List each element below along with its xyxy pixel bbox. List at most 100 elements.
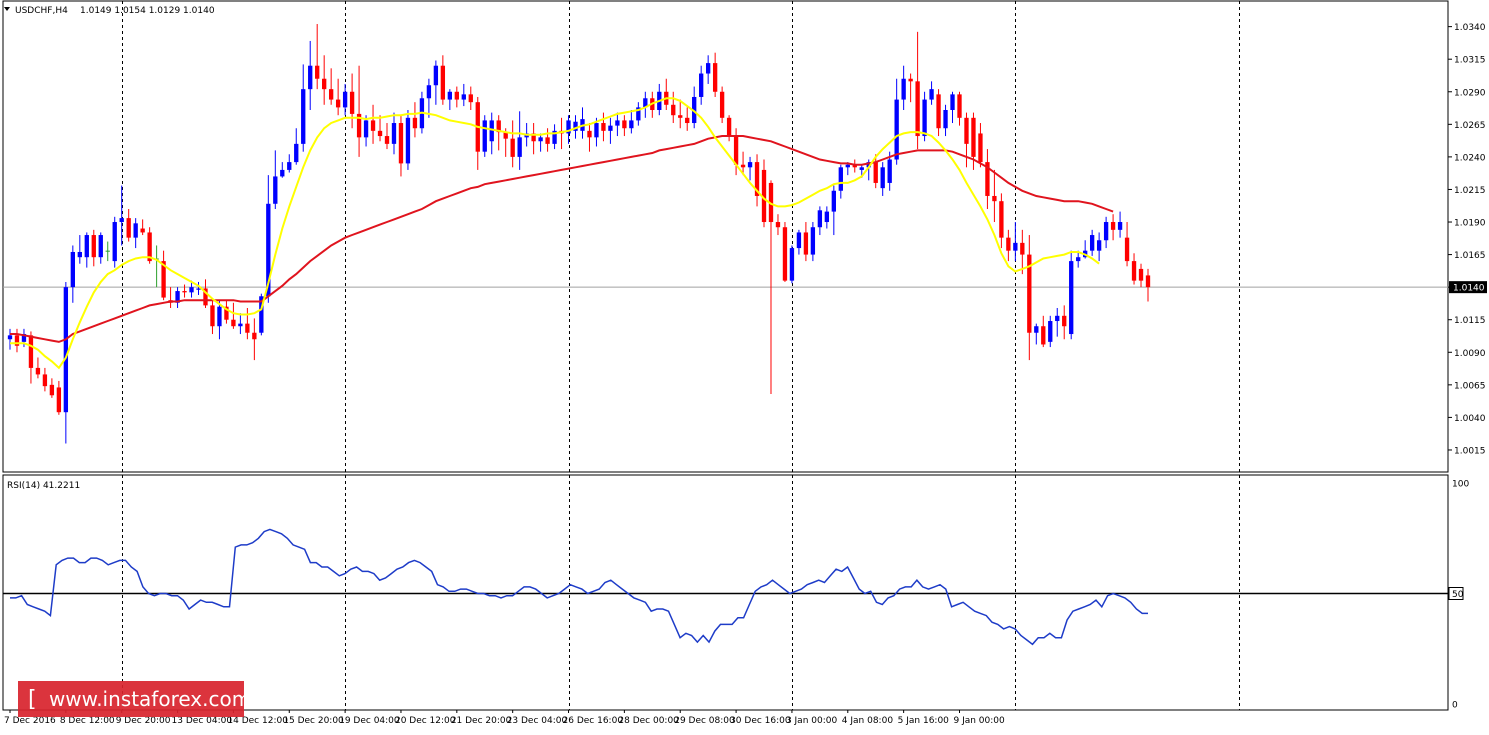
candle[interactable] — [929, 81, 934, 105]
candle[interactable] — [224, 300, 229, 324]
candle[interactable] — [1062, 305, 1067, 340]
candle[interactable] — [426, 78, 432, 118]
candle[interactable] — [664, 78, 669, 110]
candle[interactable] — [1013, 222, 1018, 262]
candle[interactable] — [322, 55, 327, 105]
candle[interactable] — [719, 86, 725, 124]
candle[interactable] — [1096, 232, 1102, 262]
candle[interactable] — [817, 206, 823, 236]
candle[interactable] — [538, 133, 543, 152]
candle[interactable] — [440, 55, 446, 105]
candle[interactable] — [608, 117, 613, 144]
candle[interactable] — [133, 218, 138, 249]
candle[interactable] — [433, 60, 439, 105]
candle[interactable] — [161, 250, 166, 301]
candle[interactable] — [140, 219, 145, 236]
candle[interactable] — [1006, 229, 1011, 262]
candle[interactable] — [349, 73, 355, 129]
candle[interactable] — [838, 164, 843, 199]
candle[interactable] — [315, 24, 320, 90]
candle[interactable] — [70, 245, 75, 303]
candle[interactable] — [84, 232, 89, 268]
candle[interactable] — [1048, 315, 1053, 348]
trading-chart[interactable]: 1.0340 1.0315 1.0290 1.0265 1.0240 1.0215 1.01… — [0, 0, 1489, 731]
candle[interactable] — [992, 169, 997, 223]
candle[interactable] — [301, 64, 306, 152]
candle[interactable] — [112, 216, 117, 268]
candle[interactable] — [356, 65, 362, 157]
candle[interactable] — [7, 328, 13, 350]
candle[interactable] — [775, 214, 781, 236]
candle[interactable] — [461, 83, 466, 107]
price-panel[interactable] — [3, 24, 1448, 444]
candle[interactable] — [754, 154, 760, 207]
candle[interactable] — [712, 52, 718, 97]
candle[interactable] — [810, 222, 816, 262]
candle[interactable] — [636, 102, 641, 126]
candle[interactable] — [182, 284, 187, 298]
candle[interactable] — [985, 149, 990, 209]
candle[interactable] — [287, 154, 292, 173]
candle[interactable] — [531, 123, 536, 155]
candle[interactable] — [901, 65, 906, 110]
candle[interactable] — [1145, 268, 1151, 302]
candle[interactable] — [377, 115, 383, 142]
candle[interactable] — [342, 83, 348, 116]
candle[interactable] — [629, 109, 634, 134]
dropdown-triangle-icon[interactable] — [4, 7, 10, 11]
candle[interactable] — [1089, 229, 1095, 256]
candle[interactable] — [1117, 211, 1123, 238]
candle[interactable] — [175, 287, 180, 308]
candle[interactable] — [950, 91, 955, 124]
candle[interactable] — [510, 120, 515, 168]
candle[interactable] — [1055, 307, 1060, 337]
candle[interactable] — [454, 86, 459, 108]
candle[interactable] — [622, 115, 627, 137]
candle[interactable] — [252, 318, 257, 361]
rsi-panel[interactable] — [3, 528, 1448, 646]
candle[interactable] — [28, 331, 34, 384]
candle[interactable] — [482, 115, 487, 157]
candle[interactable] — [580, 107, 585, 139]
candle[interactable] — [308, 40, 313, 110]
candle[interactable] — [49, 378, 55, 398]
candle[interactable] — [552, 124, 557, 150]
candle[interactable] — [559, 117, 564, 150]
candle[interactable] — [964, 112, 969, 168]
candle[interactable] — [1034, 323, 1039, 345]
candle[interactable] — [489, 112, 494, 155]
candle[interactable] — [42, 367, 48, 392]
candle[interactable] — [705, 55, 711, 84]
candle[interactable] — [398, 115, 404, 177]
candle[interactable] — [726, 115, 732, 142]
candle[interactable] — [447, 89, 453, 110]
candle[interactable] — [496, 115, 501, 151]
candle[interactable] — [1131, 253, 1137, 285]
candle[interactable] — [1138, 263, 1144, 288]
candle[interactable] — [978, 123, 983, 168]
candle[interactable] — [894, 78, 899, 165]
candle[interactable] — [1041, 315, 1046, 348]
candle[interactable] — [14, 328, 20, 353]
candle[interactable] — [796, 229, 802, 255]
candle[interactable] — [119, 185, 124, 246]
candle[interactable] — [761, 159, 767, 228]
candle[interactable] — [91, 229, 96, 267]
candle[interactable] — [391, 112, 397, 155]
candle[interactable] — [1027, 235, 1032, 361]
candle[interactable] — [831, 185, 836, 236]
candle[interactable] — [685, 107, 690, 131]
candle[interactable] — [1103, 216, 1109, 249]
candle[interactable] — [168, 287, 173, 308]
candle[interactable] — [1069, 250, 1074, 340]
candle[interactable] — [412, 102, 418, 138]
candle[interactable] — [245, 307, 250, 340]
candle[interactable] — [238, 313, 243, 335]
candle[interactable] — [692, 86, 697, 129]
candle[interactable] — [824, 206, 830, 229]
candle[interactable] — [803, 222, 809, 262]
candle[interactable] — [678, 99, 683, 129]
candle[interactable] — [63, 281, 69, 444]
candle[interactable] — [98, 232, 103, 264]
candle[interactable] — [643, 91, 648, 118]
